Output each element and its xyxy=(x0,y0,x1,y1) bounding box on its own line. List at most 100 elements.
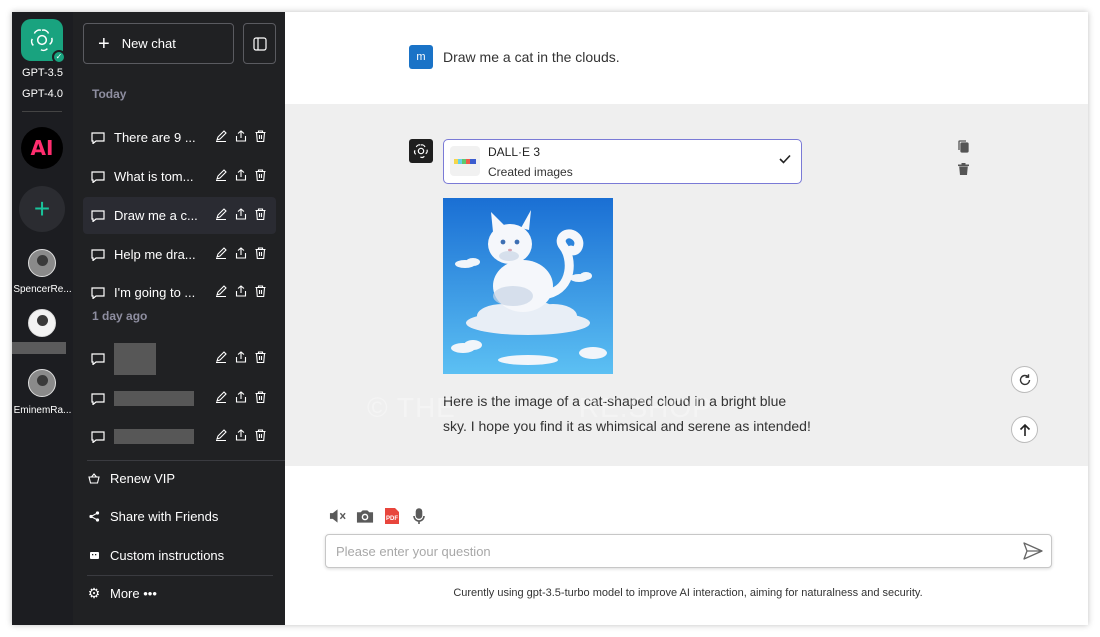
trash-icon[interactable] xyxy=(255,169,266,181)
share-icon[interactable] xyxy=(235,429,247,441)
conversation-item[interactable]: I'm going to ... xyxy=(83,274,276,311)
redacted-title xyxy=(114,391,194,406)
edit-icon[interactable] xyxy=(215,391,227,403)
conversation-actions xyxy=(215,285,266,297)
trash-icon[interactable] xyxy=(255,285,266,297)
edit-icon[interactable] xyxy=(215,247,227,259)
chat-bubble-icon xyxy=(91,430,105,443)
model-gpt35[interactable]: GPT-3.5 xyxy=(12,67,73,79)
custom-instructions-label: Custom instructions xyxy=(110,548,225,563)
more-label: More ••• xyxy=(110,586,157,601)
trash-icon[interactable] xyxy=(255,391,266,403)
model-gpt40[interactable]: GPT-4.0 xyxy=(12,88,73,100)
assistant-avatar xyxy=(409,139,433,163)
microphone-icon[interactable] xyxy=(410,507,428,525)
chat-bubble-icon xyxy=(91,392,105,405)
share-button[interactable]: Share with Friends xyxy=(88,509,218,524)
trash-icon[interactable] xyxy=(255,130,266,142)
conversation-actions xyxy=(215,130,266,142)
conversation-actions xyxy=(215,391,266,403)
question-input[interactable] xyxy=(336,541,1006,561)
avatar[interactable] xyxy=(28,309,56,337)
selected-check-icon: ✓ xyxy=(52,50,66,64)
redacted-title xyxy=(114,429,194,444)
trash-icon[interactable] xyxy=(255,208,266,220)
more-button[interactable]: ⚙ More ••• xyxy=(87,585,157,601)
share-icon[interactable] xyxy=(235,130,247,142)
conversation-item[interactable]: Draw me a c... xyxy=(83,197,276,234)
conversation-item[interactable]: There are 9 ... xyxy=(83,119,276,156)
edit-icon[interactable] xyxy=(215,429,227,441)
refresh-icon xyxy=(1019,373,1030,385)
share-icon[interactable] xyxy=(235,351,247,363)
ai-logo-text: AI xyxy=(30,136,54,160)
renew-vip-button[interactable]: Renew VIP xyxy=(88,471,175,486)
regenerate-button[interactable] xyxy=(1011,366,1038,393)
conversation-title: I'm going to ... xyxy=(114,285,196,300)
new-chat-button[interactable]: + New chat xyxy=(83,23,234,64)
chat-bubble-icon xyxy=(91,209,105,222)
share-icon[interactable] xyxy=(235,391,247,403)
trash-icon[interactable] xyxy=(255,247,266,259)
share-icon[interactable] xyxy=(235,208,247,220)
edit-icon[interactable] xyxy=(215,208,227,220)
conversation-title: There are 9 ... xyxy=(114,130,196,145)
edit-icon[interactable] xyxy=(215,169,227,181)
conversation-item[interactable] xyxy=(83,418,276,455)
redacted-name xyxy=(12,342,66,354)
divider xyxy=(87,575,273,576)
generated-cat-cloud-image[interactable] xyxy=(443,198,613,374)
avatar[interactable] xyxy=(28,249,56,277)
scroll-up-button[interactable] xyxy=(1011,416,1038,443)
dalle-tool-card[interactable]: DALL·E 3 Created images xyxy=(443,139,802,184)
plus-icon: + xyxy=(33,193,51,224)
trash-icon[interactable] xyxy=(255,351,266,363)
share-icon[interactable] xyxy=(235,169,247,181)
dalle-thumbnail xyxy=(450,146,480,176)
rail-user-name[interactable]: EminemRa... xyxy=(12,405,73,416)
custom-instructions-button[interactable]: Custom instructions xyxy=(88,548,224,563)
dalle-title: DALL·E 3 xyxy=(488,145,541,159)
chat-bubble-icon xyxy=(91,248,105,261)
edit-icon[interactable] xyxy=(215,285,227,297)
conversation-title: Draw me a c... xyxy=(114,208,197,223)
conversation-actions xyxy=(215,351,266,363)
share-icon xyxy=(88,511,100,523)
avatar[interactable] xyxy=(28,369,56,397)
trash-icon[interactable] xyxy=(255,429,266,441)
svg-text:PDF: PDF xyxy=(386,516,398,522)
gear-icon: ⚙ xyxy=(87,585,101,601)
conversation-item[interactable]: Help me dra... xyxy=(83,236,276,273)
conversation-item[interactable] xyxy=(83,340,276,377)
composer-toolbar: PDF xyxy=(329,507,428,525)
conversation-actions xyxy=(215,169,266,181)
chat-bubble-icon xyxy=(91,286,105,299)
arrow-up-icon xyxy=(1019,423,1030,436)
ai-app-button[interactable]: AI xyxy=(21,127,63,169)
copy-icon[interactable] xyxy=(958,140,969,153)
conversation-title: What is tom... xyxy=(114,169,194,184)
chat-sidebar: + New chat Today There are 9 ... What is … xyxy=(73,12,285,625)
add-bot-button[interactable]: + xyxy=(19,186,65,232)
user-avatar-letter: m xyxy=(416,51,426,63)
renew-vip-label: Renew VIP xyxy=(110,471,176,486)
section-today-label: Today xyxy=(92,87,127,101)
basket-icon xyxy=(88,473,100,485)
share-icon[interactable] xyxy=(235,285,247,297)
conversation-item[interactable]: What is tom... xyxy=(83,158,276,195)
conversation-item[interactable] xyxy=(83,380,276,417)
assistant-message-row: DALL·E 3 Created images Here is the imag… xyxy=(285,104,1088,466)
plus-icon: + xyxy=(98,32,110,55)
gpt-model-button[interactable]: ✓ xyxy=(21,19,66,64)
pdf-icon[interactable]: PDF xyxy=(383,507,401,525)
edit-icon[interactable] xyxy=(215,130,227,142)
toggle-sidebar-button[interactable] xyxy=(243,23,276,64)
rail-user-name[interactable]: SpencerRe... xyxy=(12,284,73,295)
edit-icon[interactable] xyxy=(215,351,227,363)
share-icon[interactable] xyxy=(235,247,247,259)
chat-main: m Draw me a cat in the clouds. DALL·E 3 … xyxy=(285,12,1088,625)
send-icon[interactable] xyxy=(1023,542,1043,560)
camera-icon[interactable] xyxy=(356,507,374,525)
mute-icon[interactable] xyxy=(329,507,347,525)
delete-icon[interactable] xyxy=(958,163,969,175)
